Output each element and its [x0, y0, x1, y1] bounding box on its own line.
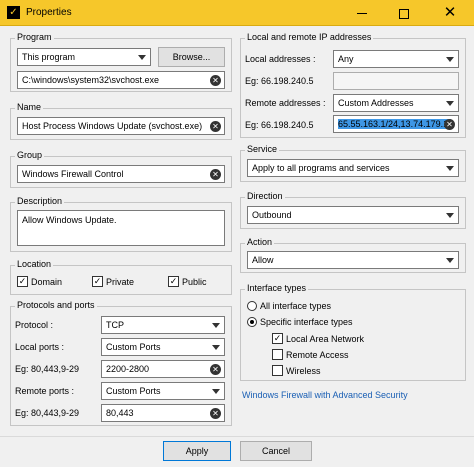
- wireless-label: Wireless: [286, 366, 321, 376]
- group-group: Group Windows Firewall Control ✕: [10, 150, 232, 188]
- clear-icon[interactable]: ✕: [210, 169, 221, 180]
- remote-access-checkbox[interactable]: [272, 349, 283, 360]
- location-group: Location ✓ Domain ✓ Private ✓ Public: [10, 259, 232, 295]
- name-input[interactable]: Host Process Windows Update (svchost.exe…: [17, 117, 225, 135]
- clear-icon[interactable]: ✕: [210, 408, 221, 419]
- local-ports-eg: Eg: 80,443,9-29: [15, 364, 80, 374]
- advanced-security-link[interactable]: Windows Firewall with Advanced Security: [242, 390, 408, 400]
- clear-icon[interactable]: ✕: [210, 75, 221, 86]
- direction-group: Direction Outbound: [240, 191, 466, 229]
- addresses-group-label: Local and remote IP addresses: [245, 32, 374, 42]
- chevron-down-icon: [446, 258, 454, 263]
- title-bar: ✓ Properties ✕: [0, 0, 474, 26]
- direction-group-label: Direction: [245, 191, 285, 201]
- local-ports-select[interactable]: Custom Ports: [101, 338, 225, 356]
- private-checkbox[interactable]: ✓: [92, 276, 103, 287]
- protocol-label: Protocol :: [15, 320, 54, 330]
- local-addresses-select[interactable]: Any: [333, 50, 459, 68]
- wireless-checkbox[interactable]: [272, 365, 283, 376]
- description-textarea[interactable]: Allow Windows Update.: [17, 210, 225, 246]
- local-ports-label: Local ports :: [15, 342, 65, 352]
- clear-icon[interactable]: ✕: [210, 364, 221, 375]
- remote-addresses-eg: Eg: 66.198.240.5: [245, 120, 314, 130]
- location-group-label: Location: [15, 259, 54, 269]
- chevron-down-icon: [212, 345, 220, 350]
- chevron-down-icon: [138, 55, 146, 60]
- local-ports-input[interactable]: 2200-2800 ✕: [101, 360, 225, 378]
- domain-label: Domain: [31, 277, 63, 287]
- private-label: Private: [106, 277, 135, 287]
- close-icon: ✕: [443, 4, 457, 21]
- addresses-group: Local and remote IP addresses Local addr…: [240, 32, 466, 138]
- remote-addresses-input[interactable]: 65.55.163.1/24,13.74.179.1/ ✕: [333, 115, 459, 133]
- action-select[interactable]: Allow: [247, 251, 459, 269]
- chevron-down-icon: [446, 166, 454, 171]
- protocols-group: Protocols and ports Protocol : TCP Local…: [10, 300, 232, 426]
- program-path-input[interactable]: C:\windows\system32\svchost.exe ✕: [17, 71, 225, 89]
- group-group-label: Group: [15, 150, 45, 160]
- close-button[interactable]: ✕: [430, 0, 470, 26]
- service-select[interactable]: Apply to all programs and services: [247, 159, 459, 177]
- program-group: Program This program Browse... C:\window…: [10, 32, 232, 92]
- minimize-button[interactable]: [342, 0, 382, 26]
- chevron-down-icon: [446, 101, 454, 106]
- program-group-label: Program: [15, 32, 54, 42]
- group-input[interactable]: Windows Firewall Control ✕: [17, 165, 225, 183]
- program-select[interactable]: This program: [17, 48, 151, 66]
- public-checkbox[interactable]: ✓: [168, 276, 179, 287]
- local-addresses-eg: Eg: 66.198.240.5: [245, 76, 314, 86]
- specific-interfaces-label: Specific interface types: [260, 317, 353, 327]
- lan-label: Local Area Network: [286, 334, 365, 344]
- chevron-down-icon: [446, 213, 454, 218]
- maximize-icon: [399, 8, 409, 19]
- action-group-label: Action: [245, 237, 275, 247]
- remote-ports-label: Remote ports :: [15, 386, 75, 396]
- chevron-down-icon: [212, 389, 220, 394]
- specific-interfaces-radio[interactable]: [247, 317, 257, 327]
- chevron-down-icon: [212, 323, 220, 328]
- domain-checkbox[interactable]: ✓: [17, 276, 28, 287]
- direction-select[interactable]: Outbound: [247, 206, 459, 224]
- remote-addresses-select[interactable]: Custom Addresses: [333, 94, 459, 112]
- name-group: Name Host Process Windows Update (svchos…: [10, 102, 232, 140]
- description-group: Description Allow Windows Update.: [10, 196, 232, 252]
- apply-button[interactable]: Apply: [163, 441, 231, 461]
- dialog-button-bar: [0, 436, 474, 467]
- service-group: Service Apply to all programs and servic…: [240, 144, 466, 182]
- name-group-label: Name: [15, 102, 44, 112]
- clear-icon[interactable]: ✕: [210, 121, 221, 132]
- interface-group: Interface types All interface types Spec…: [240, 283, 466, 381]
- action-group: Action Allow: [240, 237, 466, 273]
- remote-ports-input[interactable]: 80,443 ✕: [101, 404, 225, 422]
- remote-ports-eg: Eg: 80,443,9-29: [15, 408, 80, 418]
- local-addresses-input[interactable]: [333, 72, 459, 90]
- interface-group-label: Interface types: [245, 283, 309, 293]
- service-group-label: Service: [245, 144, 280, 154]
- lan-checkbox[interactable]: ✓: [272, 333, 283, 344]
- check-icon: ✓: [7, 6, 20, 19]
- protocol-select[interactable]: TCP: [101, 316, 225, 334]
- remote-addresses-label: Remote addresses :: [245, 98, 326, 108]
- remote-ports-select[interactable]: Custom Ports: [101, 382, 225, 400]
- window-title: Properties: [26, 7, 72, 18]
- chevron-down-icon: [446, 57, 454, 62]
- cancel-button[interactable]: Cancel: [240, 441, 312, 461]
- minimize-icon: [357, 13, 367, 15]
- public-label: Public: [182, 277, 207, 287]
- clear-icon[interactable]: ✕: [444, 119, 455, 130]
- remote-access-label: Remote Access: [286, 350, 349, 360]
- maximize-button[interactable]: [384, 0, 424, 26]
- browse-button[interactable]: Browse...: [158, 47, 225, 67]
- protocols-group-label: Protocols and ports: [15, 300, 97, 310]
- all-interfaces-label: All interface types: [260, 301, 332, 311]
- local-addresses-label: Local addresses :: [245, 54, 316, 64]
- description-group-label: Description: [15, 196, 65, 206]
- all-interfaces-radio[interactable]: [247, 301, 257, 311]
